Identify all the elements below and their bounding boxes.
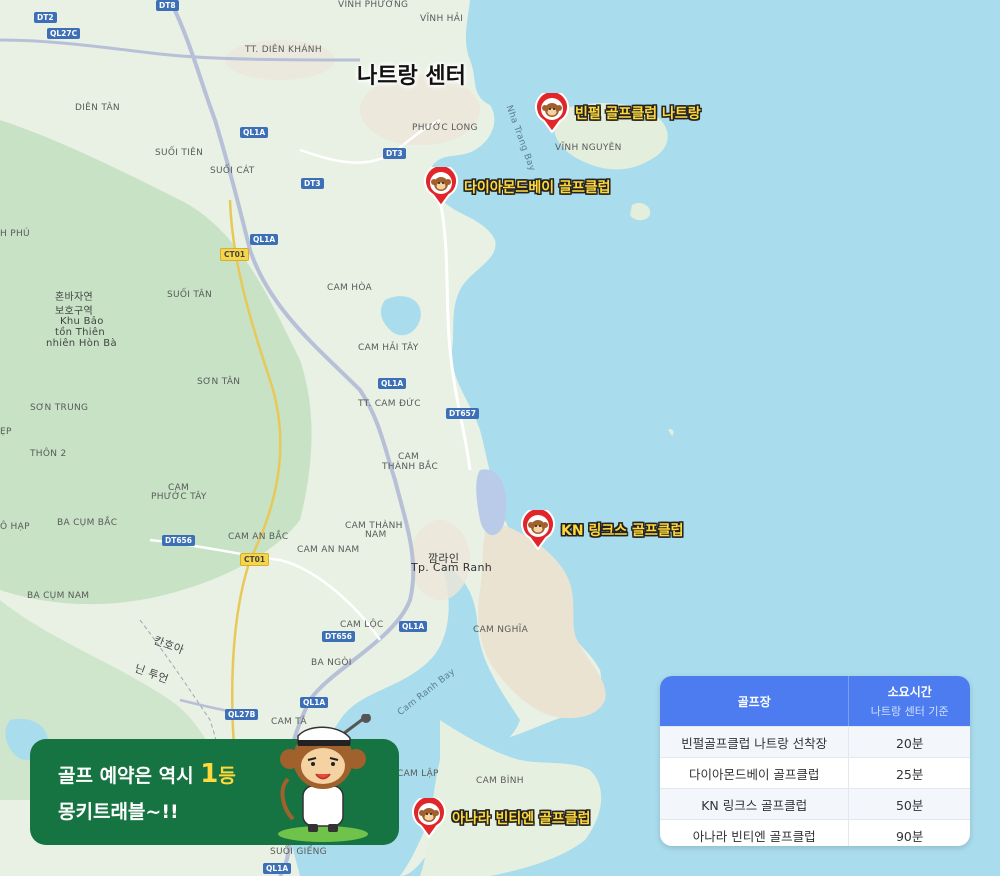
place-reserve-vn1: Khu Bảo: [60, 316, 104, 327]
shield-ct01-2: CT01: [240, 553, 270, 566]
table-row: KN 링크스 골프클럽 50분: [660, 788, 970, 819]
header-golf-course: 골프장: [660, 676, 850, 726]
place-cam-nghia: CAM NGHĨA: [473, 625, 529, 635]
header-travel-time-title: 소요시간: [887, 685, 932, 699]
place-suoi-tan: SUỐI TÂN: [167, 290, 212, 300]
shield-ql27b: QL27B: [225, 709, 259, 720]
table-header: 골프장 소요시간 나트랑 센터 기준: [660, 676, 970, 726]
place-cam-thanh-bac-1: CAM: [398, 452, 420, 462]
table-row: 빈펄골프클럽 나트랑 선착장 20분: [660, 726, 970, 757]
banner-rank-number: 1: [200, 759, 219, 789]
place-reserve-kr2: 보호구역: [55, 306, 93, 317]
place-phuoc-long: PHƯỚC LONG: [412, 123, 478, 133]
cell-course-name: 아나라 빈티엔 골프클럽: [660, 820, 850, 846]
place-reserve-vn2: tồn Thiên: [55, 327, 105, 338]
place-tt-dien-khanh: TT. DIÊN KHÁNH: [245, 45, 322, 55]
place-reserve-vn3: nhiên Hòn Bà: [46, 338, 117, 349]
shield-dt657: DT657: [446, 408, 479, 419]
place-cam-hoa: CAM HÒA: [327, 283, 373, 293]
golfer-monkey-mascot-icon: [278, 714, 371, 842]
place-thon2: THÔN 2: [30, 449, 67, 459]
place-ba-cum-bac: BA CỤM BẮC: [57, 518, 118, 528]
place-suoi-gieng: SUỐI GIẾNG: [270, 847, 327, 857]
place-vinh-phuong: VĨNH PHƯƠNG: [338, 0, 409, 10]
place-vinh-nguyen: VĨNH NGUYÊN: [555, 143, 622, 153]
shield-ql27c: QL27C: [47, 28, 81, 39]
banner-line-1: 골프 예약은 역시 1등: [58, 759, 236, 789]
banner-line-2: 몽키트래블~!!: [58, 801, 179, 823]
marker-label: 아나라 빈티엔 골프클럽: [452, 811, 591, 827]
monkey-pin-icon: [412, 798, 446, 838]
place-cam-thanh-bac-2: THÀNH BẮC: [382, 462, 439, 472]
marker-label: 다이아몬드베이 골프클럽: [464, 180, 611, 196]
table-row: 다이아몬드베이 골프클럽 25분: [660, 757, 970, 788]
marker-vinpearl-golf[interactable]: 빈펄 골프클럽 나트랑: [535, 93, 701, 133]
place-cam-an-nam: CAM AN NAM: [297, 545, 360, 555]
shield-ql1a-6: QL1A: [263, 863, 292, 874]
shield-ql1a-3: QL1A: [378, 378, 407, 389]
cell-travel-time: 20분: [895, 735, 924, 751]
shield-dt3-2: DT3: [301, 178, 324, 189]
shield-dt656-2: DT656: [322, 631, 355, 642]
cell-course-name: 빈펄골프클럽 나트랑 선착장: [660, 727, 850, 757]
place-cam-hai-tay: CAM HẢI TÂY: [358, 343, 419, 353]
monkey-pin-icon: [424, 167, 458, 207]
shield-ct01-1: CT01: [220, 248, 250, 261]
header-travel-time-sub: 나트랑 센터 기준: [870, 705, 949, 718]
cell-course-name: 다이아몬드베이 골프클럽: [660, 758, 850, 788]
marker-kn-links-golf[interactable]: KN 링크스 골프클럽: [521, 510, 683, 550]
shield-dt656-1: DT656: [162, 535, 195, 546]
marker-label: KN 링크스 골프클럽: [561, 523, 684, 539]
place-vinh-hai: VĨNH HẢI: [420, 14, 464, 24]
place-suoi-cat: SUỐI CÁT: [210, 166, 255, 176]
cell-travel-time: 90분: [895, 828, 924, 844]
cell-travel-time: 50분: [895, 797, 924, 813]
shield-ql1a-1: QL1A: [240, 127, 269, 138]
place-ba-ngoi: BA NGÒI: [311, 658, 352, 668]
banner-text-a: 골프 예약은 역시: [58, 765, 201, 787]
monkey-pin-icon: [521, 510, 555, 550]
shield-dt2: DT2: [34, 12, 57, 23]
monkey-pin-icon: [535, 93, 569, 133]
place-ep: ẸP: [0, 427, 12, 437]
marker-diamond-bay-golf[interactable]: 다이아몬드베이 골프클럽: [424, 167, 611, 207]
header-travel-time: 소요시간 나트랑 센터 기준: [849, 676, 970, 726]
place-reserve-kr1: 혼바자연: [55, 292, 93, 303]
place-cam-phuoc-tay-2: PHƯỚC TÂY: [151, 492, 207, 502]
shield-ql1a-2: QL1A: [250, 234, 279, 245]
place-cam-an-bac: CAM AN BẮC: [228, 532, 289, 542]
place-son-trung: SƠN TRUNG: [30, 403, 89, 413]
place-ba-cum-nam: BA CỤM NAM: [27, 591, 90, 601]
shield-dt3-1: DT3: [383, 148, 406, 159]
shield-dt8: DT8: [156, 0, 179, 11]
place-dien-tan: DIÊN TÂN: [75, 103, 120, 113]
cell-travel-time: 25분: [895, 766, 924, 782]
place-tt-cam-duc: TT. CAM ĐỨC: [358, 399, 421, 409]
place-cam-binh: CAM BÌNH: [476, 776, 524, 786]
place-ohap: Ô HẠP: [0, 522, 30, 532]
table-body: 빈펄골프클럽 나트랑 선착장 20분 다이아몬드베이 골프클럽 25분 KN 링크스…: [660, 726, 970, 846]
travel-time-table: 골프장 소요시간 나트랑 센터 기준 빈펄골프클럽 나트랑 선착장 20분 다이아…: [660, 676, 970, 846]
marker-label: 빈펄 골프클럽 나트랑: [575, 106, 701, 122]
place-cam-thanh-nam-2: NAM: [365, 530, 387, 540]
place-suoi-tien: SUỐI TIÊN: [155, 148, 204, 158]
place-hphu: H PHÚ: [0, 229, 30, 239]
cell-course-name: KN 링크스 골프클럽: [660, 789, 850, 819]
shield-ql1a-5: QL1A: [300, 697, 329, 708]
place-camranh-vn: Tp. Cam Ranh: [411, 561, 493, 574]
place-cam-loc: CAM LỘC: [340, 620, 384, 630]
place-son-tan: SƠN TÂN: [197, 377, 241, 387]
place-cam-lap: CAM LẬP: [397, 769, 439, 779]
nha-trang-center-label: 나트랑 센터: [357, 64, 466, 89]
banner-rank-suffix: 등: [218, 765, 236, 787]
table-row: 아나라 빈티엔 골프클럽 90분: [660, 819, 970, 846]
marker-anara-binh-tien-golf[interactable]: 아나라 빈티엔 골프클럽: [412, 798, 591, 838]
shield-ql1a-4: QL1A: [399, 621, 428, 632]
